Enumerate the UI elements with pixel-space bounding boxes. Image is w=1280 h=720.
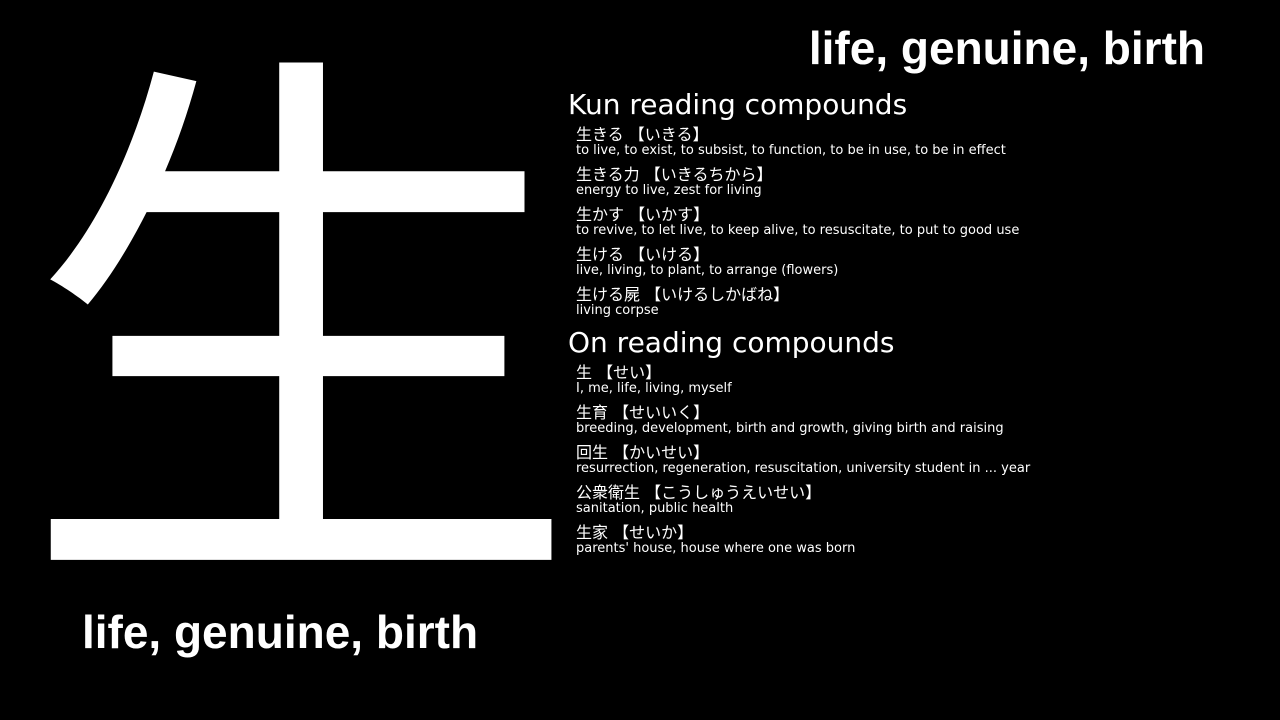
kun-section: Kun reading compounds 生きる 【いきる】 to live,… [568, 88, 1268, 318]
on-entry-head: 回生 【かいせい】 [576, 444, 1268, 462]
kun-entry-word: 生きる力 [576, 165, 640, 184]
on-entry: 回生 【かいせい】 resurrection, regeneration, re… [568, 444, 1268, 476]
on-entry-reading: 【せいいく】 [613, 403, 710, 422]
on-entry: 生育 【せいいく】 breeding, development, birth a… [568, 404, 1268, 436]
kun-entry: 生ける屍 【いけるしかばね】 living corpse [568, 286, 1268, 318]
kun-entry-head: 生かす 【いかす】 [576, 206, 1268, 224]
meaning-title-top: life, genuine, birth [808, 22, 1205, 74]
kun-entry-reading: 【いきるちから】 [644, 165, 773, 184]
on-entry-word: 生家 [576, 523, 609, 542]
on-entry-gloss: resurrection, regeneration, resuscitatio… [576, 461, 1031, 476]
on-entry-gloss: breeding, development, birth and growth,… [576, 421, 1004, 436]
kun-entry-head: 生きる力 【いきるちから】 [576, 166, 1268, 184]
kun-entry: 生ける 【いける】 live, living, to plant, to arr… [568, 246, 1268, 278]
kun-entry-reading: 【いかす】 [629, 205, 710, 224]
on-entry-head: 生家 【せいか】 [576, 524, 1268, 542]
kun-entry-word: 生ける [576, 245, 625, 264]
on-entry-reading: 【せい】 [597, 363, 662, 382]
on-entry-word: 回生 [576, 443, 609, 462]
compounds-panel: Kun reading compounds 生きる 【いきる】 to live,… [568, 88, 1268, 564]
kun-entry-reading: 【いけるしかばね】 [645, 285, 790, 304]
kun-entry-gloss: living corpse [576, 303, 659, 318]
on-entry-head: 公衆衛生 【こうしゅうえいせい】 [576, 484, 1268, 502]
on-entry: 公衆衛生 【こうしゅうえいせい】 sanitation, public heal… [568, 484, 1268, 516]
meaning-caption-bottom: life, genuine, birth [81, 606, 479, 658]
kun-entry-gloss: live, living, to plant, to arrange (flow… [576, 263, 839, 278]
kun-entry-word: 生ける屍 [576, 285, 641, 304]
kun-entry-head: 生ける屍 【いけるしかばね】 [576, 286, 1268, 304]
kun-entry: 生かす 【いかす】 to revive, to let live, to kee… [568, 206, 1268, 238]
on-entry-reading: 【こうしゅうえいせい】 [645, 483, 822, 502]
on-entry-head: 生 【せい】 [576, 364, 1268, 382]
on-entry-gloss: sanitation, public health [576, 501, 734, 516]
on-entry-gloss: parents' house, house where one was born [576, 541, 856, 556]
kun-entry-head: 生きる 【いきる】 [576, 126, 1268, 144]
kun-entry-word: 生きる [576, 125, 624, 144]
on-entry-word: 生 [576, 363, 593, 382]
kun-entry-gloss: to revive, to let live, to keep alive, t… [576, 223, 1020, 238]
kun-entry-gloss: energy to live, zest for living [576, 183, 762, 198]
on-entry: 生家 【せいか】 parents' house, house where one… [568, 524, 1268, 556]
on-section-title: On reading compounds [568, 326, 895, 359]
kun-entry-head: 生ける 【いける】 [576, 246, 1268, 264]
on-section: On reading compounds 生 【せい】 I, me, life,… [568, 326, 1268, 556]
on-entry-word: 公衆衛生 [576, 483, 641, 502]
kun-entry: 生きる力 【いきるちから】 energy to live, zest for l… [568, 166, 1268, 198]
kun-entry-gloss: to live, to exist, to subsist, to functi… [576, 143, 1006, 158]
on-entry: 生 【せい】 I, me, life, living, myself [568, 364, 1268, 396]
kun-entry-reading: 【いける】 [629, 245, 710, 264]
on-entry-reading: 【せいか】 [613, 523, 694, 542]
kun-section-title: Kun reading compounds [568, 88, 908, 121]
kun-entry: 生きる 【いきる】 to live, to exist, to subsist,… [568, 126, 1268, 158]
on-entry-word: 生育 [576, 403, 609, 422]
on-entry-gloss: I, me, life, living, myself [576, 381, 732, 396]
on-entry-head: 生育 【せいいく】 [576, 404, 1268, 422]
on-entry-reading: 【かいせい】 [613, 443, 710, 462]
kun-entry-reading: 【いきる】 [628, 125, 709, 144]
kun-entry-word: 生かす [576, 205, 625, 224]
kanji-character: 生 [20, 14, 580, 666]
